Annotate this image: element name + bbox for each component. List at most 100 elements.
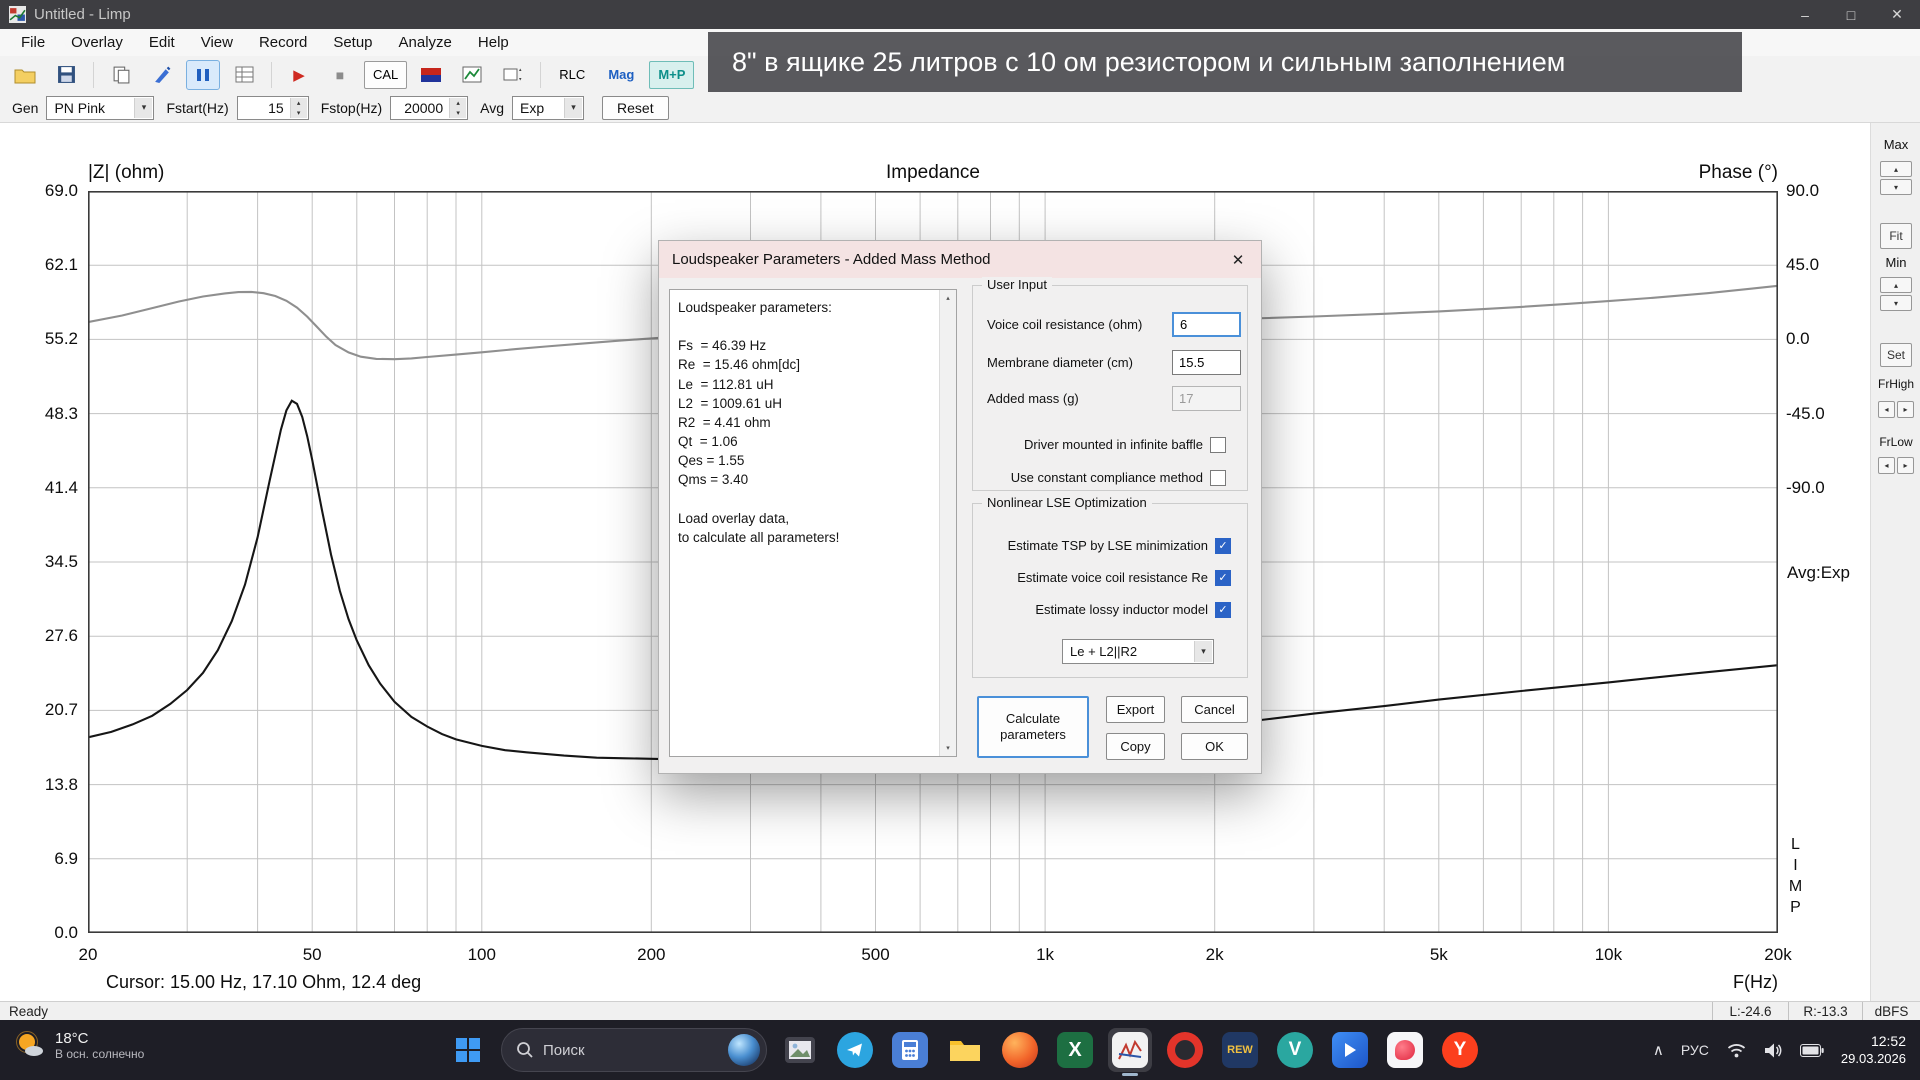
inductor-model-combo[interactable]: Le + L2||R2 ▾: [1062, 639, 1214, 664]
battery-icon[interactable]: [1800, 1044, 1824, 1057]
weather-widget[interactable]: 18°C В осн. солнечно: [12, 1028, 144, 1062]
spin-up-icon[interactable]: ▴: [290, 98, 307, 108]
v-letter: V: [1289, 1039, 1302, 1061]
export-button[interactable]: Export: [1106, 696, 1165, 723]
mag-button[interactable]: Mag: [600, 61, 642, 89]
ok-button[interactable]: OK: [1181, 733, 1248, 760]
pause-button[interactable]: [186, 60, 220, 90]
menu-analyze[interactable]: Analyze: [386, 34, 465, 51]
taskbar-app-v-player[interactable]: V: [1273, 1028, 1317, 1072]
max-down-button[interactable]: ▾: [1880, 179, 1912, 195]
fstart-spinner[interactable]: 15 ▴▾: [237, 96, 309, 120]
taskbar-app-explorer[interactable]: [943, 1028, 987, 1072]
fit-button[interactable]: Fit: [1880, 223, 1912, 249]
record-button[interactable]: ▶: [282, 60, 316, 90]
frhigh-right-button[interactable]: ▸: [1897, 401, 1914, 418]
min-up-button[interactable]: ▴: [1880, 277, 1912, 293]
stop-button[interactable]: ■: [323, 60, 357, 90]
parameters-scrollbar[interactable]: ▴ ▾: [939, 290, 956, 756]
set-button[interactable]: Set: [1880, 343, 1912, 367]
menu-file[interactable]: File: [8, 34, 58, 51]
volume-icon[interactable]: [1764, 1043, 1783, 1058]
spin-settings-button[interactable]: [496, 60, 530, 90]
frhigh-label: FrHigh: [1871, 377, 1920, 391]
search-highlight-image[interactable]: [728, 1034, 760, 1066]
scroll-down-icon[interactable]: ▾: [940, 740, 956, 756]
maximize-icon[interactable]: □: [1828, 0, 1874, 29]
estimate-inductor-checkbox[interactable]: ✓: [1215, 602, 1231, 618]
copy-icon: [112, 65, 131, 84]
toolbar-separator: [540, 62, 541, 88]
spin-down-icon[interactable]: ▾: [290, 108, 307, 118]
sun-icon: [12, 1028, 46, 1062]
taskbar-app-yandex[interactable]: Y: [1438, 1028, 1482, 1072]
max-up-button[interactable]: ▴: [1880, 161, 1912, 177]
clock-widget[interactable]: 12:52 29.03.2026: [1841, 1033, 1906, 1067]
taskbar-app-opera[interactable]: [1163, 1028, 1207, 1072]
close-icon[interactable]: ✕: [1874, 0, 1920, 29]
avg-combo[interactable]: Exp ▾: [512, 96, 584, 120]
frlow-left-button[interactable]: ◂: [1878, 457, 1895, 474]
chart-mode-button[interactable]: [455, 60, 489, 90]
tray-language[interactable]: РУС: [1681, 1042, 1709, 1058]
x-axis-title: F(Hz): [1578, 972, 1778, 993]
estimate-tsp-checkbox[interactable]: ✓: [1215, 538, 1231, 554]
spin-down-icon[interactable]: ▾: [449, 108, 466, 118]
taskbar-app-browser[interactable]: [998, 1028, 1042, 1072]
estimate-re-checkbox[interactable]: ✓: [1215, 570, 1231, 586]
signal-pen-button[interactable]: [145, 60, 179, 90]
inductor-model-value: Le + L2||R2: [1070, 644, 1137, 659]
taskbar-app-excel[interactable]: X: [1053, 1028, 1097, 1072]
minimize-icon[interactable]: –: [1782, 0, 1828, 29]
cancel-button[interactable]: Cancel: [1181, 696, 1248, 723]
right-control-panel: Max ▴ ▾ Fit Min ▴ ▾ Set FrHigh ◂ ▸ FrLow…: [1870, 123, 1920, 1001]
taskbar-app-media-player[interactable]: [1328, 1028, 1372, 1072]
menu-edit[interactable]: Edit: [136, 34, 188, 51]
menu-setup[interactable]: Setup: [320, 34, 385, 51]
cal-button[interactable]: CAL: [364, 61, 407, 89]
scroll-up-icon[interactable]: ▴: [940, 290, 956, 306]
chart-title: Impedance: [88, 162, 1778, 184]
frhigh-left-button[interactable]: ◂: [1878, 401, 1895, 418]
mp-button[interactable]: M+P: [649, 61, 694, 89]
constant-compliance-checkbox[interactable]: [1210, 470, 1226, 486]
menu-overlay[interactable]: Overlay: [58, 34, 136, 51]
wifi-icon[interactable]: [1726, 1043, 1747, 1058]
reset-button[interactable]: Reset: [602, 96, 669, 120]
taskbar-app-photos[interactable]: [778, 1028, 822, 1072]
start-button[interactable]: [446, 1028, 490, 1072]
tray-chevron-icon[interactable]: ∧: [1653, 1041, 1664, 1059]
search-input[interactable]: Поиск: [501, 1028, 767, 1072]
overlay-flag-button[interactable]: [414, 60, 448, 90]
open-button[interactable]: [8, 60, 42, 90]
frlow-right-button[interactable]: ▸: [1897, 457, 1914, 474]
voice-coil-resistance-input[interactable]: [1172, 312, 1241, 337]
infinite-baffle-checkbox[interactable]: [1210, 437, 1226, 453]
taskbar-app-telegram[interactable]: [833, 1028, 877, 1072]
yandex-icon: Y: [1442, 1032, 1478, 1068]
calculate-parameters-button[interactable]: Calculate parameters: [977, 696, 1089, 758]
ytick-left: 20.7: [0, 700, 78, 720]
ytick-left: 48.3: [0, 404, 78, 424]
copy-button[interactable]: Copy: [1106, 733, 1165, 760]
dialog-close-icon[interactable]: ✕: [1215, 241, 1261, 278]
save-button[interactable]: [49, 60, 83, 90]
menu-help[interactable]: Help: [465, 34, 522, 51]
spin-up-icon[interactable]: ▴: [449, 98, 466, 108]
dialog-title-bar[interactable]: Loudspeaker Parameters - Added Mass Meth…: [659, 241, 1261, 278]
min-down-button[interactable]: ▾: [1880, 295, 1912, 311]
copy-button[interactable]: [104, 60, 138, 90]
v-icon: V: [1277, 1032, 1313, 1068]
taskbar-app-calculator[interactable]: [888, 1028, 932, 1072]
taskbar-app-limp[interactable]: [1108, 1028, 1152, 1072]
membrane-diameter-input[interactable]: [1172, 350, 1241, 375]
gen-combo[interactable]: PN Pink ▾: [46, 96, 154, 120]
taskbar-app-rew[interactable]: REW: [1218, 1028, 1262, 1072]
menu-view[interactable]: View: [188, 34, 246, 51]
table-button[interactable]: [227, 60, 261, 90]
rlc-button[interactable]: RLC: [551, 61, 593, 89]
taskbar-app-editor[interactable]: [1383, 1028, 1427, 1072]
menu-record[interactable]: Record: [246, 34, 320, 51]
parameters-text: Loudspeaker parameters: Fs = 46.39 Hz Re…: [678, 298, 932, 547]
fstop-spinner[interactable]: 20000 ▴▾: [390, 96, 468, 120]
